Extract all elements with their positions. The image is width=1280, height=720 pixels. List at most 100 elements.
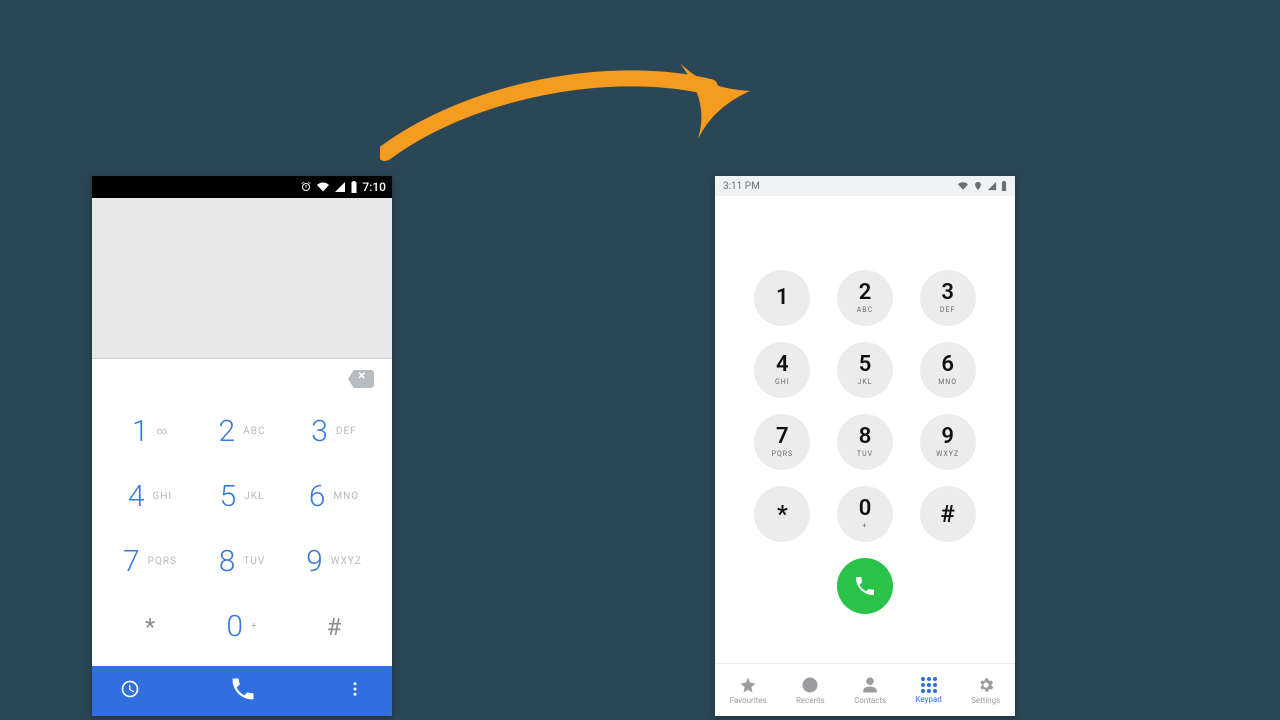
key-letters: WXYZ xyxy=(936,450,959,458)
key-letters: + xyxy=(251,621,258,632)
key-digit: 7 xyxy=(776,426,789,448)
display-area xyxy=(715,196,1015,262)
canvas: 7:10 1∞2ABC3DEF4GHI5JKL6MNO7PQRS8TUV9WXY… xyxy=(0,0,1280,720)
key-3[interactable]: 3DEF xyxy=(288,399,380,464)
arrow-icon xyxy=(380,45,760,165)
key-*[interactable]: * xyxy=(754,486,810,542)
key-2[interactable]: 2ABC xyxy=(196,399,288,464)
nav-recents[interactable]: Recents xyxy=(796,676,825,705)
phone-icon xyxy=(853,574,877,598)
location-icon xyxy=(973,181,983,191)
key-8[interactable]: 8 TUV xyxy=(196,529,288,594)
kebab-icon xyxy=(346,680,364,698)
key-*[interactable]: * xyxy=(104,594,196,659)
key-digit: 0 xyxy=(859,498,872,520)
phone-legacy: 7:10 1∞2ABC3DEF 4GHI5JKL6MNO 7 PQRS 8 TUV 9 WXY… xyxy=(92,176,392,716)
key-digit: 9 xyxy=(941,426,954,448)
history-button[interactable] xyxy=(120,679,140,703)
nav-label: Settings xyxy=(971,696,1000,705)
status-bar: 7:10 xyxy=(92,176,392,198)
display-row xyxy=(92,359,392,399)
key-digit: 8 xyxy=(859,426,872,448)
nav-favourites[interactable]: Favourites xyxy=(730,676,767,705)
call-button[interactable] xyxy=(229,675,257,707)
key-1[interactable]: 1 xyxy=(754,270,810,326)
key-digit: 4 xyxy=(776,354,789,376)
key-7[interactable]: 7 PQRS xyxy=(754,414,810,470)
key-letters: + xyxy=(862,522,867,530)
key-5[interactable]: 5JKL xyxy=(196,464,288,529)
key-letters: PQRS xyxy=(771,450,793,458)
key-digit: 1 xyxy=(132,414,149,449)
phone-icon xyxy=(229,675,257,703)
number-display-area xyxy=(92,198,392,359)
key-8[interactable]: 8 TUV xyxy=(837,414,893,470)
key-letters: MNO xyxy=(938,378,957,386)
key-0[interactable]: 0+ xyxy=(196,594,288,659)
key-6[interactable]: 6MNO xyxy=(920,342,976,398)
key-4[interactable]: 4 GHI xyxy=(754,342,810,398)
grid-icon xyxy=(921,677,937,693)
key-letters: WXYZ xyxy=(331,556,362,567)
key-9[interactable]: 9 WXYZ xyxy=(920,414,976,470)
key-letters: DEF xyxy=(940,306,955,314)
key-letters: TUV xyxy=(857,450,873,458)
menu-button[interactable] xyxy=(346,680,364,702)
key-3[interactable]: 3DEF xyxy=(920,270,976,326)
nav-keypad[interactable]: Keypad xyxy=(916,677,942,704)
person-icon xyxy=(861,676,879,694)
clock-icon xyxy=(801,676,819,694)
key-#[interactable]: # xyxy=(288,594,380,659)
status-bar: 3:11 PM xyxy=(715,176,1015,196)
key-digit: 2 xyxy=(859,282,872,304)
key-digit: 4 xyxy=(128,479,145,514)
key-letters: ABC xyxy=(857,306,873,314)
key-digit: 8 xyxy=(219,544,236,579)
action-bar xyxy=(92,666,392,716)
key-#[interactable]: # xyxy=(920,486,976,542)
key-letters: JKL xyxy=(857,378,872,386)
key-digit: 7 xyxy=(123,544,140,579)
key-1[interactable]: 1∞ xyxy=(104,399,196,464)
key-digit: 5 xyxy=(220,479,237,514)
key-digit: 9 xyxy=(306,544,323,579)
nav-label: Favourites xyxy=(730,696,767,705)
key-letters: MNO xyxy=(333,491,359,502)
key-6[interactable]: 6MNO xyxy=(288,464,380,529)
key-digit: # xyxy=(327,613,342,641)
nav-contacts[interactable]: Contacts xyxy=(854,676,886,705)
key-4[interactable]: 4GHI xyxy=(104,464,196,529)
wifi-icon xyxy=(957,181,969,191)
key-digit: 2 xyxy=(219,414,236,449)
star-icon xyxy=(739,676,757,694)
key-2[interactable]: 2 ABC xyxy=(837,270,893,326)
key-letters: GHI xyxy=(775,378,790,386)
nav-label: Contacts xyxy=(854,696,886,705)
status-icons xyxy=(957,181,1007,191)
key-7[interactable]: 7 PQRS xyxy=(104,529,196,594)
clock-icon xyxy=(120,679,140,699)
nav-label: Keypad xyxy=(916,695,942,704)
dialpad: 12ABC3DEF4GHI5JKL6MNO7PQRS8TUV9WXYZ*0+# xyxy=(715,262,1015,550)
backspace-button[interactable] xyxy=(348,370,374,388)
key-5[interactable]: 5 JKL xyxy=(837,342,893,398)
signal-icon xyxy=(334,181,346,193)
call-button[interactable] xyxy=(837,558,893,614)
wifi-icon xyxy=(316,181,330,193)
signal-icon xyxy=(987,181,997,191)
nav-settings[interactable]: Settings xyxy=(971,676,1000,705)
key-digit: 0 xyxy=(226,609,243,644)
battery-icon xyxy=(350,181,358,193)
nav-label: Recents xyxy=(796,696,825,705)
key-letters: TUV xyxy=(243,556,265,567)
key-letters: PQRS xyxy=(148,556,177,567)
bottom-nav: Favourites Recents Contacts Keypad Settings xyxy=(715,663,1015,716)
key-9[interactable]: 9 WXYZ xyxy=(288,529,380,594)
call-row xyxy=(715,558,1015,614)
key-digit: 5 xyxy=(859,354,872,376)
key-0[interactable]: 0+ xyxy=(837,486,893,542)
alarm-icon xyxy=(300,181,312,193)
gear-icon xyxy=(977,676,995,694)
status-time: 7:10 xyxy=(362,180,386,194)
key-letters: DEF xyxy=(336,426,357,437)
